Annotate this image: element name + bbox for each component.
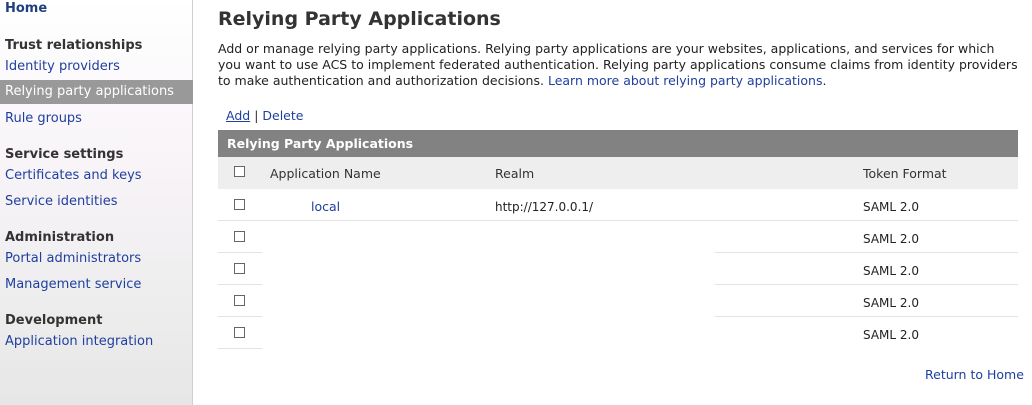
sidebar: Home Trust relationships Identity provid… (0, 0, 193, 405)
table-row: SAML 2.0 (218, 317, 1018, 349)
sidebar-section-administration: Administration (5, 230, 115, 245)
application-name-link[interactable]: local (311, 199, 340, 214)
sidebar-item-service-identities[interactable]: Service identities (5, 194, 117, 209)
delete-button[interactable]: Delete (262, 108, 303, 123)
row-checkbox[interactable] (234, 199, 245, 210)
column-header-token-format[interactable]: Token Format (863, 166, 947, 181)
sidebar-item-identity-providers[interactable]: Identity providers (5, 59, 120, 74)
row-checkbox[interactable] (234, 263, 245, 274)
page-title: Relying Party Applications (218, 8, 501, 30)
add-button[interactable]: Add (226, 108, 250, 123)
token-format-cell: SAML 2.0 (863, 232, 919, 246)
action-separator: | (254, 108, 259, 123)
sidebar-item-relying-party-applications[interactable]: Relying party applications (0, 80, 193, 104)
sidebar-item-label: Relying party applications (5, 84, 174, 99)
page-description: Add or manage relying party applications… (218, 41, 1018, 89)
sidebar-item-rule-groups[interactable]: Rule groups (5, 111, 82, 126)
sidebar-section-trust-relationships: Trust relationships (5, 38, 143, 53)
description-suffix: . (822, 73, 827, 88)
table-row: SAML 2.0 (218, 253, 1018, 285)
table-actions: Add | Delete (226, 108, 303, 123)
token-format-cell: SAML 2.0 (863, 328, 919, 342)
realm-cell: http://127.0.0.1/ (495, 200, 594, 214)
row-checkbox[interactable] (234, 295, 245, 306)
sidebar-item-management-service[interactable]: Management service (5, 277, 141, 292)
row-divider (218, 348, 262, 349)
learn-more-link[interactable]: Learn more about relying party applicati… (548, 73, 823, 88)
table-header-row: Application Name Realm Token Format (218, 157, 1018, 189)
sidebar-home-link[interactable]: Home (5, 1, 47, 16)
column-header-realm[interactable]: Realm (495, 166, 534, 181)
token-format-cell: SAML 2.0 (863, 264, 919, 278)
row-checkbox[interactable] (234, 327, 245, 338)
row-checkbox[interactable] (234, 231, 245, 242)
token-format-cell: SAML 2.0 (863, 296, 919, 310)
sidebar-item-certificates-and-keys[interactable]: Certificates and keys (5, 168, 142, 183)
table-row: local http://127.0.0.1/ SAML 2.0 (218, 189, 1018, 221)
table-row: SAML 2.0 (218, 221, 1018, 253)
column-header-application-name[interactable]: Application Name (270, 166, 381, 181)
table-caption-bar: Relying Party Applications (218, 130, 1018, 157)
sidebar-section-service-settings: Service settings (5, 147, 124, 162)
token-format-cell: SAML 2.0 (863, 200, 919, 214)
table-row: SAML 2.0 (218, 285, 1018, 317)
sidebar-item-application-integration[interactable]: Application integration (5, 334, 153, 349)
table-caption: Relying Party Applications (227, 136, 414, 151)
select-all-checkbox[interactable] (234, 166, 245, 177)
return-to-home-link[interactable]: Return to Home (925, 367, 1024, 382)
sidebar-item-portal-administrators[interactable]: Portal administrators (5, 251, 141, 266)
sidebar-section-development: Development (5, 313, 103, 328)
